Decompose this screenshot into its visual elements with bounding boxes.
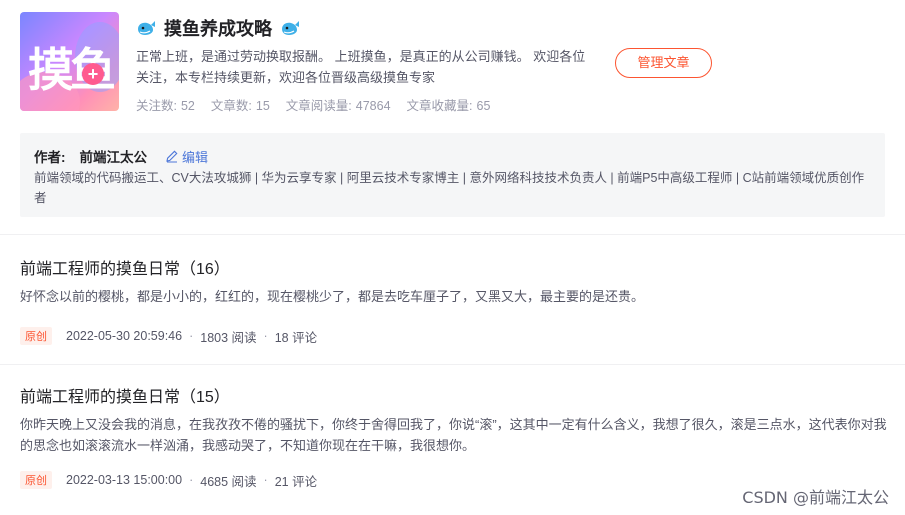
meta-separator: · (263, 329, 268, 343)
author-bio: 前端领域的代码搬运工、CV大法攻城狮 | 华为云享专家 | 阿里云技术专家博主 … (34, 171, 865, 205)
edit-link-label: 编辑 (182, 149, 209, 165)
article-comments[interactable]: 18 评论 (275, 327, 317, 346)
column-stats: 关注数: 52 文章数: 15 文章阅读量: 47864 文章收藏量: 65 (136, 95, 490, 114)
article-title[interactable]: 前端工程师的摸鱼日常（16） (20, 259, 890, 281)
stat-reads: 文章阅读量: 47864 (285, 99, 391, 113)
original-badge: 原创 (20, 327, 52, 345)
meta-separator: · (189, 473, 194, 487)
author-line: 作者: 前端江太公 编辑 (34, 146, 871, 166)
column-description: 正常上班，是通过劳动换取报酬。 上班摸鱼，是真正的从公司赚钱。 欢迎各位关注，本… (136, 49, 586, 85)
column-title-row: 摸鱼养成攻略 (136, 15, 300, 41)
article-date: 2022-05-30 20:59:46 (66, 329, 183, 343)
meta-separator: · (189, 329, 194, 343)
stat-favorites: 文章收藏量: 65 (406, 99, 491, 113)
column-header: 摸鱼 + 摸鱼养成攻略 正常上班，是通过劳动换取报酬。 上班摸鱼，是真正的从公司… (20, 12, 885, 114)
whale-icon (136, 18, 156, 38)
article-item[interactable]: 前端工程师的摸鱼日常（16） 好怀念以前的樱桃，都是小小的，红红的，现在樱桃少了… (20, 259, 890, 346)
article-item[interactable]: 前端工程师的摸鱼日常（15） 你昨天晚上又没会我的消息，在我孜孜不倦的骚扰下，你… (20, 387, 890, 490)
csdn-watermark: CSDN @前端江太公 (742, 488, 889, 507)
column-cover-image[interactable]: 摸鱼 + (20, 12, 119, 111)
article-summary[interactable]: 好怀念以前的樱桃，都是小小的，红红的，现在樱桃少了，都是去吃车厘子了，又黑又大，… (20, 286, 890, 307)
article-meta: 原创 2022-05-30 20:59:46 · 1803 阅读 · 18 评论 (20, 326, 890, 346)
cover-plus-icon: + (82, 63, 104, 85)
article-date: 2022-03-13 15:00:00 (66, 473, 183, 487)
article-reads: 1803 阅读 (200, 330, 257, 345)
article-reads: 4685 阅读 (200, 474, 257, 489)
stat-followers: 关注数: 52 (136, 99, 195, 113)
edit-link[interactable]: 编辑 (165, 147, 208, 166)
article-summary[interactable]: 你昨天晚上又没会我的消息，在我孜孜不倦的骚扰下，你终于舍得回我了，你说“滚”，这… (20, 414, 890, 456)
meta-separator: · (263, 473, 268, 487)
author-name[interactable]: 前端江太公 (80, 146, 148, 166)
article-comments[interactable]: 21 评论 (275, 471, 317, 490)
whale-icon (280, 18, 300, 38)
original-badge: 原创 (20, 471, 52, 489)
article-divider (0, 364, 905, 365)
author-info-box: 作者: 前端江太公 编辑 前端领域的代码搬运工、CV大法攻城狮 | 华为云享专家… (20, 133, 885, 217)
stat-articles: 文章数: 15 (210, 99, 270, 113)
section-divider (0, 234, 905, 235)
column-title: 摸鱼养成攻略 (164, 19, 272, 39)
pencil-icon (166, 150, 178, 163)
manage-articles-button[interactable]: 管理文章 (615, 48, 712, 78)
article-title[interactable]: 前端工程师的摸鱼日常（15） (20, 387, 890, 409)
author-label: 作者: (34, 150, 66, 165)
